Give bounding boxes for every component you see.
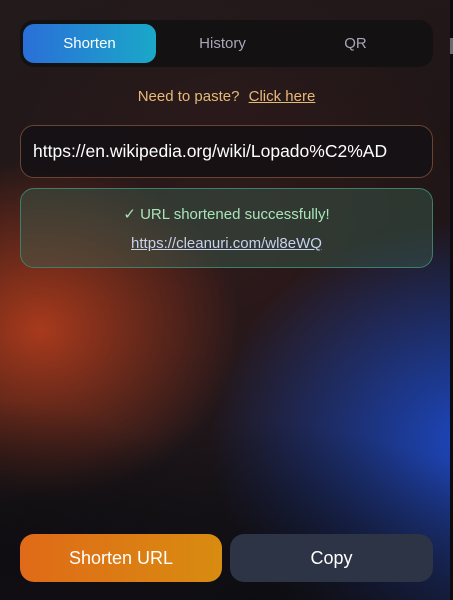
success-message: ✓ URL shortened successfully! — [123, 206, 330, 223]
tab-bar: Shorten History QR — [20, 20, 433, 67]
tab-shorten[interactable]: Shorten — [23, 24, 156, 63]
url-shortener-window: Shorten History QR Need to paste? Click … — [0, 0, 453, 600]
paste-click-here-link[interactable]: Click here — [249, 88, 316, 105]
paste-prompt-row: Need to paste? Click here — [0, 88, 453, 105]
tab-qr[interactable]: QR — [289, 24, 422, 63]
shorten-url-button[interactable]: Shorten URL — [20, 534, 222, 582]
short-url-link[interactable]: https://cleanuri.com/wl8eWQ — [21, 235, 432, 252]
paste-prompt-text: Need to paste? — [137, 88, 240, 105]
tab-history[interactable]: History — [156, 24, 289, 63]
success-panel: ✓ URL shortened successfully! https://cl… — [20, 188, 433, 268]
url-input[interactable] — [20, 125, 433, 178]
copy-button[interactable]: Copy — [230, 534, 433, 582]
